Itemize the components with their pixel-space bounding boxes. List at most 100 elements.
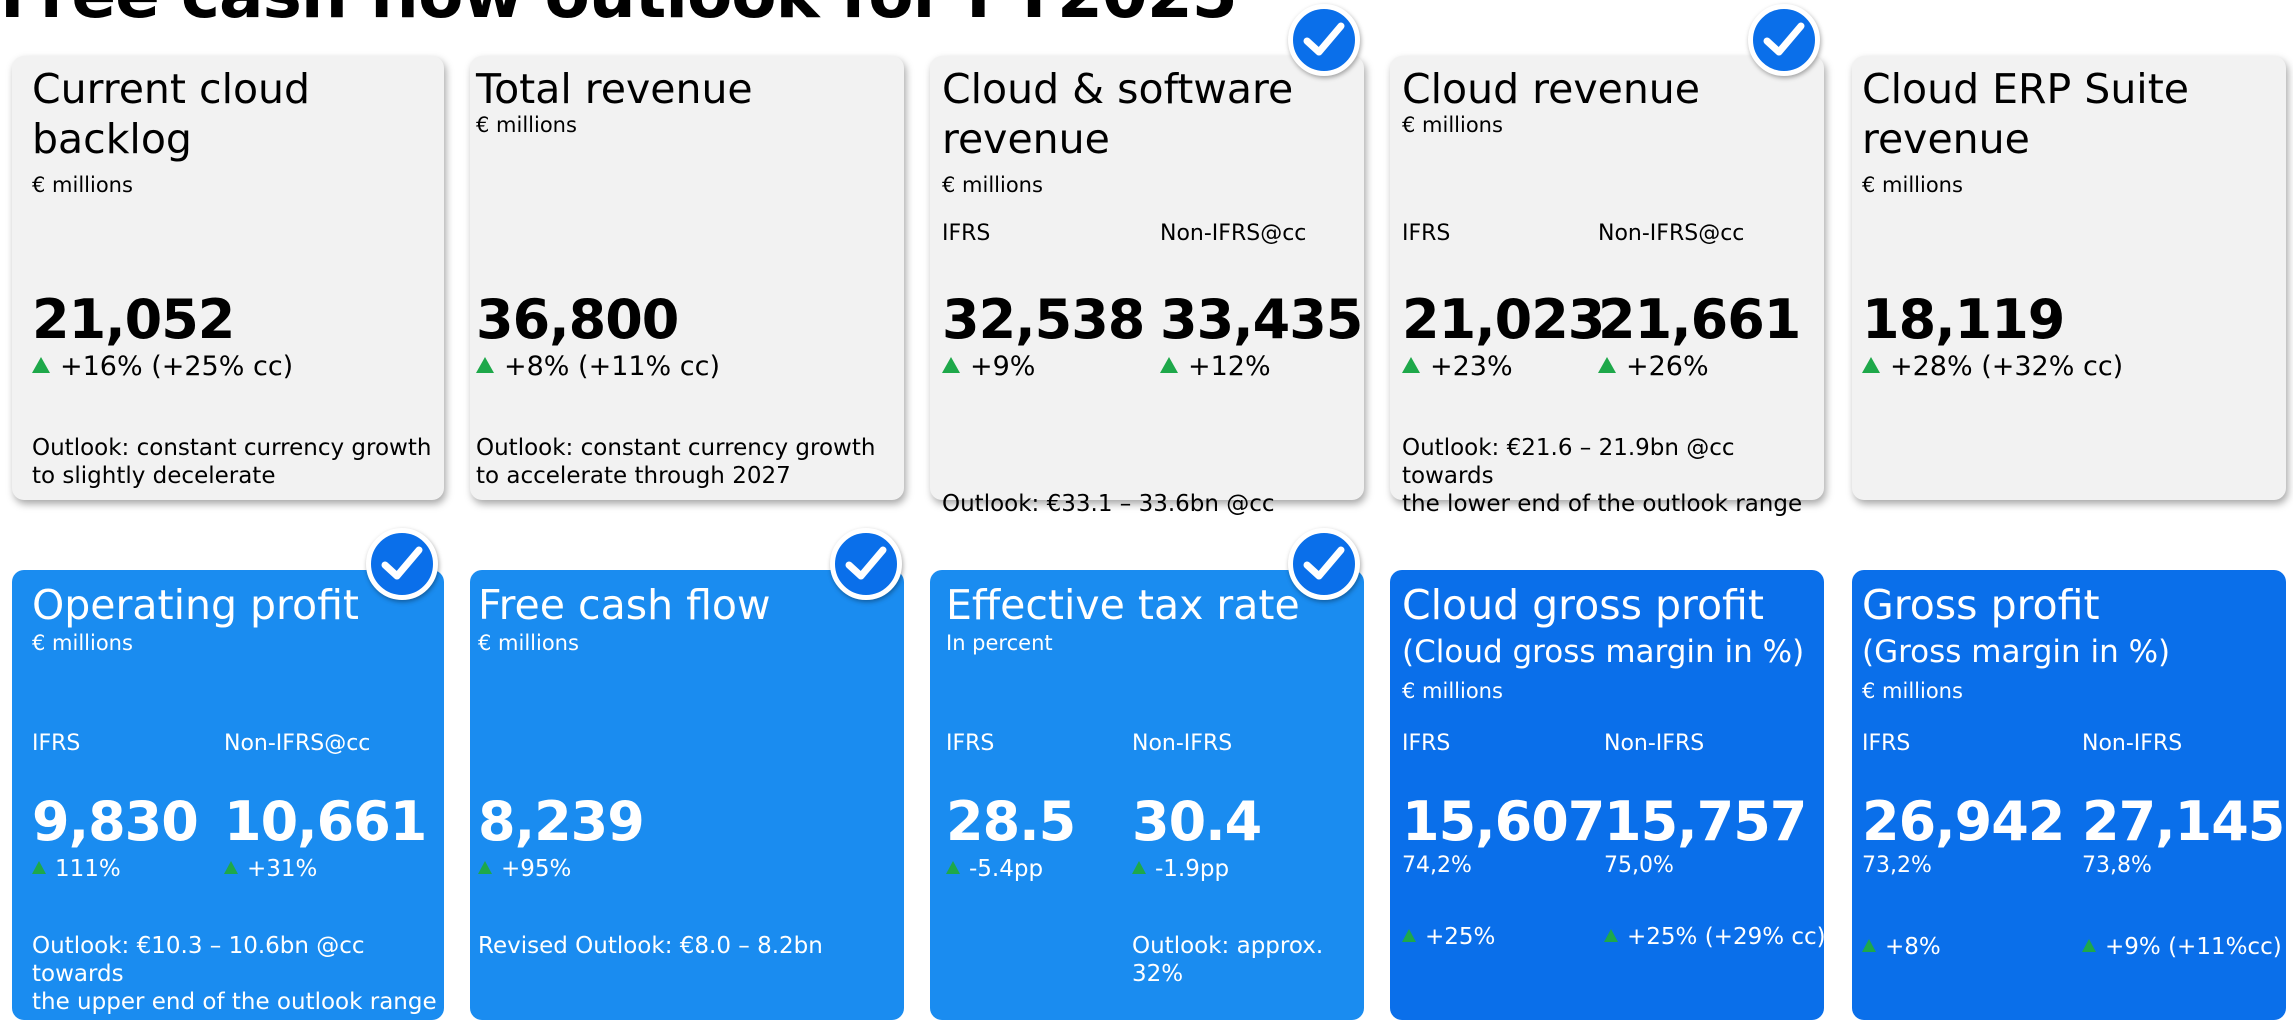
kpi-value: 8,239 [478,790,645,853]
card-title-line: Current cloud [32,65,311,113]
kpi-delta-ifrs: +9% [942,350,1035,384]
outlook-text: Outlook: constant currency growth to sli… [32,434,431,490]
up-triangle-icon [1160,356,1178,373]
kpi-value-non-ifrs: 21,661 [1598,288,1801,351]
card-unit: € millions [32,173,133,197]
outlook-line: to slightly decelerate [32,463,276,489]
card-title: Operating profit [32,581,359,629]
card-title: Total revenue [476,65,753,113]
outlook-line: Outlook: €10.3 – 10.6bn @cc towards [32,933,365,987]
margin-value-non-ifrs: 73,8% [2082,853,2152,878]
margin-value-ifrs: 74,2% [1402,853,1472,878]
card-free-cash-flow: Free cash flow € millions 8,239 +95% Rev… [470,528,904,1020]
outlook-line: the lower end of the outlook range [1402,491,1803,517]
checkmark-circle-icon [830,528,902,600]
kpi-delta-text: +25% [1425,924,1496,950]
kpi-delta-text: +23% [1430,351,1513,382]
kpi-value-non-ifrs: 27,145 [2082,790,2285,853]
kpi-delta-non-ifrs: +12% [1160,350,1271,384]
outlook-line: to accelerate through 2027 [476,463,791,489]
kpi-delta-non-ifrs: +26% [1598,350,1709,384]
card-operating-profit: Operating profit € millions IFRS Non-IFR… [12,528,444,1020]
outlook-text: Outlook: constant currency growth to acc… [476,434,875,490]
outlook-text: Revised Outlook: €8.0 – 8.2bn [478,933,823,959]
card-title: Current cloud backlog [32,64,310,164]
outlook-line: Outlook: €21.6 – 21.9bn @cc towards [1402,435,1735,489]
kpi-value-non-ifrs: 10,661 [224,790,427,853]
column-label-ifrs: IFRS [1402,221,1451,246]
kpi-delta-text: +9% [970,351,1036,382]
up-triangle-icon [1402,356,1420,373]
up-triangle-icon [32,356,50,373]
up-triangle-icon [1862,356,1880,373]
card-unit: € millions [1402,113,1503,137]
kpi-value-ifrs: 9,830 [32,790,199,853]
column-label-ifrs: IFRS [946,731,995,756]
kpi-value-ifrs: 26,942 [1862,790,2065,853]
kpi-delta-text: +9% (+11%cc) [2105,934,2282,960]
page-title: Free cash flow outlook for FY2025 [0,0,1238,28]
kpi-value: 18,119 [1862,288,2065,351]
kpi-delta-ifrs: +25% [1402,920,1495,954]
outlook-line: Outlook: constant currency growth [32,435,432,461]
checkmark-circle-icon [1748,4,1820,76]
card-cloud-software-revenue: Cloud & software revenue € millions IFRS… [930,4,1364,517]
column-label-non-ifrs: Non-IFRS [2082,731,2183,756]
kpi-delta: +16% (+25% cc) [32,350,293,384]
up-triangle-icon [946,861,960,874]
outlook-text: Outlook: €21.6 – 21.9bn @cc towards the … [1402,434,1824,518]
kpi-delta-text: +8% (+11% cc) [504,351,721,382]
card-title: Gross profit [1862,581,2100,629]
column-label-ifrs: IFRS [32,731,81,756]
kpi-value-ifrs: 21,023 [1402,288,1605,351]
kpi-delta-text: +31% [247,856,318,882]
card-unit: € millions [478,631,579,655]
up-triangle-icon [478,861,492,874]
outlook-text: Outlook: €33.1 – 33.6bn @cc [942,491,1275,517]
kpi-value: 36,800 [476,288,679,351]
column-label-non-ifrs: Non-IFRS@cc [1598,221,1745,246]
up-triangle-icon [2082,939,2096,952]
card-title-line: revenue [1862,115,2030,163]
kpi-delta-ifrs: -5.4pp [946,852,1043,886]
card-title: Free cash flow [478,581,771,629]
column-label-ifrs: IFRS [1862,731,1911,756]
up-triangle-icon [1604,929,1618,942]
card-title: Cloud gross profit [1402,581,1764,629]
card-title: Effective tax rate [946,581,1300,629]
kpi-delta-non-ifrs: +9% (+11%cc) [2082,930,2282,964]
kpi-value-non-ifrs: 33,435 [1160,288,1363,351]
card-cloud-gross-profit: Cloud gross profit (Cloud gross margin i… [1390,570,1826,1020]
kpi-value-non-ifrs: 15,757 [1604,790,1807,853]
card-unit: € millions [32,631,133,655]
card-title-line: Cloud ERP Suite [1862,65,2189,113]
checkmark-circle-icon [366,528,438,600]
kpi-delta-non-ifrs: +31% [224,852,317,886]
column-label-non-ifrs: Non-IFRS [1132,731,1233,756]
kpi-delta-text: +95% [501,856,572,882]
card-unit: € millions [1402,679,1503,703]
card-unit: € millions [1862,173,1963,197]
kpi-delta: +28% (+32% cc) [1862,350,2123,384]
up-triangle-icon [32,861,46,874]
kpi-delta-ifrs: 111% [32,852,121,886]
kpi-delta: +8% (+11% cc) [476,350,720,384]
outlook-text: Outlook: €10.3 – 10.6bn @cc towards the … [32,932,444,1016]
kpi-value-ifrs: 15,607 [1402,790,1605,853]
card-title: Cloud & software revenue [942,64,1293,164]
kpi-value-ifrs: 28.5 [946,790,1076,853]
up-triangle-icon [1598,356,1616,373]
card-total-revenue: Total revenue € millions 36,800 +8% (+11… [470,56,904,500]
kpi-value-ifrs: 32,538 [942,288,1145,351]
up-triangle-icon [224,861,238,874]
kpi-delta-text: +12% [1188,351,1271,382]
kpi-delta-ifrs: +23% [1402,350,1513,384]
card-cloud-revenue: Cloud revenue € millions IFRS Non-IFRS@c… [1390,4,1824,517]
column-label-non-ifrs: Non-IFRS [1604,731,1705,756]
card-cloud-erp-suite-revenue: Cloud ERP Suite revenue € millions 18,11… [1852,56,2286,500]
kpi-value: 21,052 [32,288,235,351]
card-title-line: revenue [942,115,1110,163]
kpi-delta-text: -5.4pp [969,856,1044,882]
kpi-delta-text: +16% (+25% cc) [60,351,294,382]
kpi-delta: +95% [478,852,571,886]
